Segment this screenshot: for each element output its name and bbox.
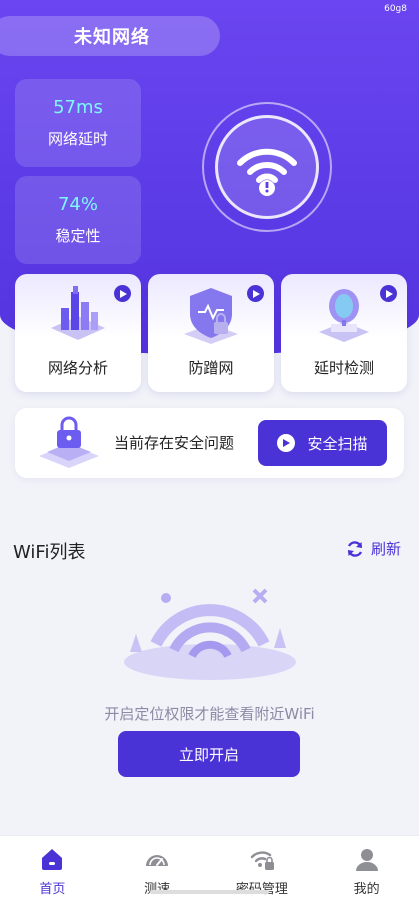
feature-latency-test[interactable]: 延时检测 (281, 274, 407, 392)
security-warning-text: 当前存在安全问题 (114, 434, 235, 452)
feature-label: 延时检测 (313, 359, 374, 377)
security-scan-label: 安全扫描 (307, 434, 368, 453)
bar-analysis-icon (43, 282, 113, 348)
security-lock-icon (33, 416, 105, 472)
tab-label: 密码管理 (236, 878, 288, 897)
security-banner: 当前存在安全问题 安全扫描 (15, 408, 404, 478)
user-icon (355, 849, 378, 871)
refresh-icon (347, 540, 363, 557)
stability-card: 74% 稳定性 (15, 176, 141, 264)
feature-network-analysis[interactable]: 网络分析 (15, 274, 141, 392)
play-icon (114, 285, 131, 302)
wifi-status-indicator[interactable] (202, 102, 332, 232)
tab-label: 首页 (39, 882, 66, 897)
location-permission-hint: 开启定位权限才能查看附近WiFi (104, 705, 315, 723)
feature-label: 防蹭网 (188, 359, 234, 377)
feature-label: 网络分析 (47, 359, 108, 377)
latency-label: 网络延时 (47, 130, 108, 148)
home-indicator (150, 890, 269, 894)
no-wifi-illustration-icon (118, 582, 302, 682)
speed-globe-icon (309, 282, 379, 348)
tab-password-management[interactable]: 密码管理 (210, 836, 315, 897)
tab-speedtest[interactable]: 测速 (105, 836, 210, 897)
tab-label: 我的 (353, 882, 380, 897)
wifi-lock-icon (250, 851, 274, 870)
refresh-label: 刷新 (371, 540, 402, 558)
home-icon (42, 849, 63, 870)
network-name: 未知网络 (74, 27, 150, 48)
play-icon (277, 434, 296, 452)
security-scan-button[interactable]: 安全扫描 (258, 420, 387, 466)
shield-lock-icon (176, 282, 246, 348)
network-name-pill[interactable]: 未知网络 (0, 16, 220, 56)
enable-location-label: 立即开启 (178, 745, 239, 764)
tab-home[interactable]: 首页 (0, 836, 105, 897)
latency-card: 57ms 网络延时 (15, 79, 141, 167)
tab-mine[interactable]: 我的 (314, 836, 419, 897)
enable-location-button[interactable]: 立即开启 (118, 731, 300, 777)
feature-anti-freeload[interactable]: 防蹭网 (148, 274, 274, 392)
stability-value: 74% (57, 194, 98, 215)
wifi-list-title: WiFi列表 (13, 542, 86, 563)
refresh-button[interactable]: 刷新 (345, 538, 401, 559)
latency-value: 57ms (53, 97, 103, 118)
bottom-tab-bar: 首页 测速 密码管理 我的 (0, 835, 419, 897)
speedometer-icon (146, 855, 169, 866)
play-icon (380, 285, 397, 302)
wifi-warning-icon (215, 115, 319, 219)
stability-label: 稳定性 (55, 227, 101, 245)
tab-label: 测速 (144, 878, 170, 897)
status-bar-text: 60g8 (384, 4, 407, 14)
play-icon (247, 285, 264, 302)
